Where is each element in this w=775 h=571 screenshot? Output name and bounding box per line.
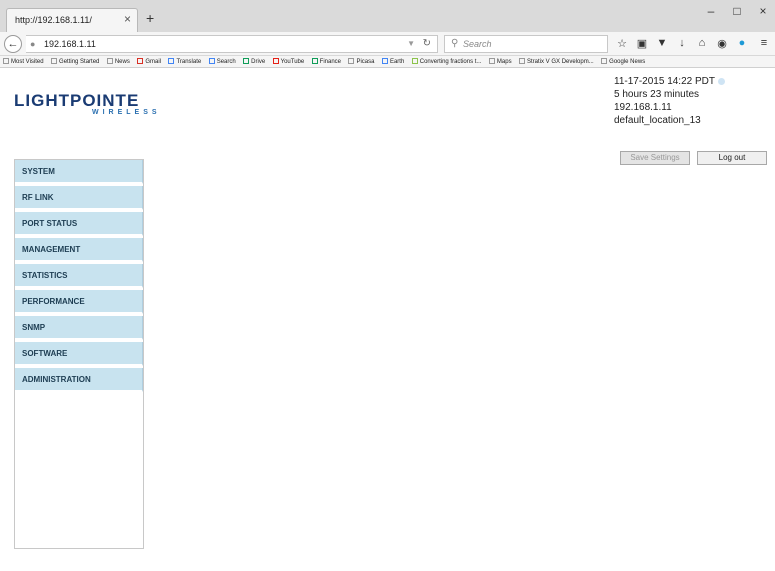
- bookmark-item[interactable]: Google News: [601, 56, 645, 67]
- logo-main-text: LIGHTPOINTE: [14, 91, 140, 110]
- search-icon: ⚲: [451, 38, 459, 49]
- bookmark-icon: [519, 58, 526, 65]
- lightpointe-logo: LIGHTPOINTE WIRELESS: [14, 91, 157, 116]
- bookmark-icon: [601, 58, 608, 65]
- bookmark-item[interactable]: Most Visited: [3, 56, 44, 67]
- bookmark-item[interactable]: Gmail: [137, 56, 161, 67]
- bookmark-item[interactable]: Picasa: [348, 56, 374, 67]
- bookmark-item[interactable]: Earth: [381, 56, 404, 67]
- bookmark-item[interactable]: Getting Started: [51, 56, 99, 67]
- bookmark-item[interactable]: Converting fractions t...: [411, 56, 481, 67]
- pocket-icon[interactable]: ▼: [654, 37, 670, 49]
- home-icon[interactable]: ⌂: [694, 37, 710, 49]
- download-icon[interactable]: ↓: [674, 37, 690, 49]
- menu-item-administration[interactable]: ADMINISTRATION: [15, 368, 143, 392]
- page-content: LIGHTPOINTE WIRELESS 11-17-2015 14:22 PD…: [0, 69, 775, 571]
- close-tab-icon[interactable]: ×: [124, 12, 131, 26]
- bookmark-item[interactable]: Stratix V GX Developm...: [519, 56, 594, 67]
- url-bar[interactable]: ● 192.168.1.11 ▼ ↻: [26, 35, 438, 53]
- translate-icon: [168, 58, 175, 65]
- menu-item-snmp[interactable]: SNMP: [15, 316, 143, 340]
- search-input[interactable]: ⚲ Search: [444, 35, 608, 53]
- menu-item-performance[interactable]: PERFORMANCE: [15, 290, 143, 314]
- drive-icon: [243, 58, 250, 65]
- back-arrow-icon[interactable]: ←: [4, 35, 22, 53]
- finance-icon: [311, 58, 318, 65]
- bookmark-item[interactable]: News: [106, 56, 130, 67]
- leaf-icon: [411, 58, 418, 65]
- bookmark-item[interactable]: YouTube: [272, 56, 304, 67]
- bookmark-item[interactable]: Finance: [311, 56, 341, 67]
- search-placeholder: Search: [463, 39, 492, 49]
- reload-icon[interactable]: ↻: [423, 38, 431, 49]
- datetime-text: 11-17-2015 14:22 PDT: [614, 76, 715, 87]
- logo-sub-text: WIRELESS: [92, 109, 161, 116]
- bookmark-icon: [106, 58, 113, 65]
- menu-item-port-status[interactable]: PORT STATUS: [15, 212, 143, 236]
- save-settings-button[interactable]: Save Settings: [620, 151, 690, 165]
- bookmark-item[interactable]: Maps: [488, 56, 512, 67]
- close-window-icon[interactable]: ×: [748, 4, 775, 18]
- bookmark-icon: [488, 58, 495, 65]
- bookmark-item[interactable]: Drive: [243, 56, 265, 67]
- extension-icon[interactable]: ◉: [714, 37, 730, 50]
- bookmark-icon: [51, 58, 58, 65]
- clipboard-icon[interactable]: ▣: [634, 37, 650, 50]
- skype-icon[interactable]: ●: [734, 37, 750, 49]
- globe-icon: ●: [30, 39, 36, 49]
- browser-titlebar: http://192.168.1.11/ × + – □ ×: [0, 0, 775, 32]
- bookmark-star-icon[interactable]: ☆: [614, 37, 630, 50]
- url-text[interactable]: 192.168.1.11: [44, 39, 96, 49]
- gmail-icon: [137, 58, 144, 65]
- ip-address-text: 192.168.1.11: [614, 102, 672, 113]
- new-tab-button[interactable]: +: [146, 10, 154, 26]
- dropdown-arrow-icon[interactable]: ▼: [407, 39, 415, 48]
- earth-icon: [381, 58, 388, 65]
- logout-button[interactable]: Log out: [697, 151, 767, 165]
- bookmark-item[interactable]: Search: [208, 56, 236, 67]
- sidebar-menu: SYSTEM RF LINK PORT STATUS MANAGEMENT ST…: [14, 159, 144, 549]
- device-info: 11-17-2015 14:22 PDT 5 hours 23 minutes …: [614, 75, 725, 127]
- bookmarks-bar: Most Visited Getting Started News Gmail …: [0, 56, 775, 68]
- bookmark-item[interactable]: Translate: [168, 56, 201, 67]
- menu-item-management[interactable]: MANAGEMENT: [15, 238, 143, 262]
- tab-title: http://192.168.1.11/: [15, 15, 92, 25]
- youtube-icon: [272, 58, 279, 65]
- browser-tab[interactable]: http://192.168.1.11/ ×: [6, 8, 138, 32]
- menu-item-system[interactable]: SYSTEM: [15, 160, 143, 184]
- menu-item-statistics[interactable]: STATISTICS: [15, 264, 143, 288]
- bookmark-icon: [348, 58, 355, 65]
- browser-navbar: ← ● 192.168.1.11 ▼ ↻ ⚲ Search ☆ ▣ ▼ ↓ ⌂ …: [0, 32, 775, 56]
- menu-item-software[interactable]: SOFTWARE: [15, 342, 143, 366]
- bookmark-icon: [3, 58, 9, 65]
- menu-item-rf-link[interactable]: RF LINK: [15, 186, 143, 210]
- status-dot-icon: [718, 77, 725, 85]
- menu-icon[interactable]: ≡: [756, 37, 772, 49]
- uptime-text: 5 hours 23 minutes: [614, 89, 700, 100]
- location-text: default_location_13: [614, 115, 701, 126]
- google-icon: [208, 58, 215, 65]
